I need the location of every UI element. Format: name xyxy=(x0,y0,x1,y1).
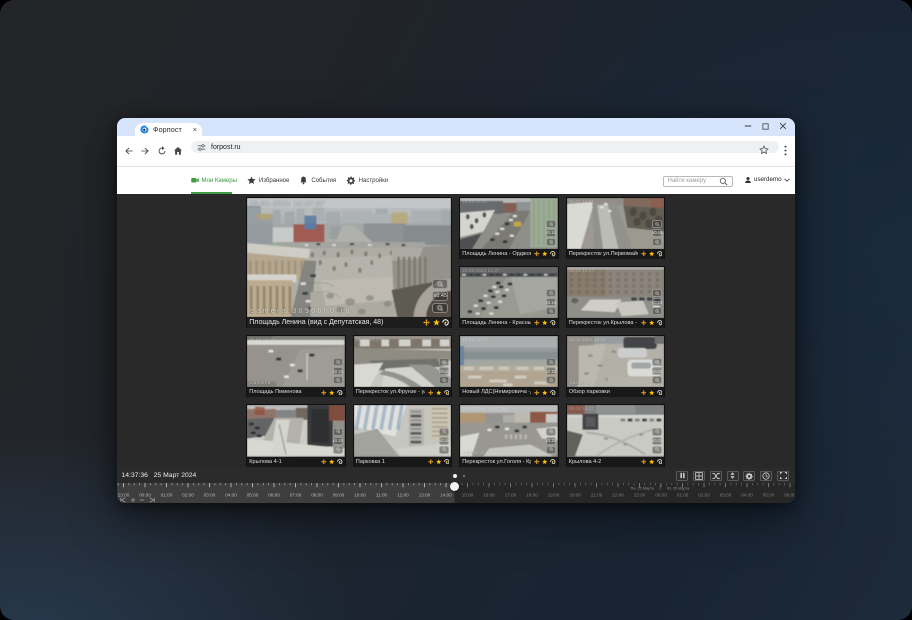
svg-text:14:00: 14:00 xyxy=(440,493,452,498)
svg-text:09:00: 09:00 xyxy=(332,493,344,498)
svg-text:10:00: 10:00 xyxy=(354,493,366,498)
svg-text:20:00: 20:00 xyxy=(569,493,581,498)
svg-text:03:00: 03:00 xyxy=(203,493,215,498)
svg-text:05:00: 05:00 xyxy=(762,493,774,498)
svg-text:Пн, 25 Марта: Пн, 25 Марта xyxy=(630,486,654,490)
svg-text:11:00: 11:00 xyxy=(375,493,387,498)
svg-text:16:00: 16:00 xyxy=(483,493,495,498)
svg-text:23:00: 23:00 xyxy=(633,493,645,498)
svg-text:02:00: 02:00 xyxy=(182,493,194,498)
svg-text:04:00: 04:00 xyxy=(741,493,753,498)
svg-text:15:00: 15:00 xyxy=(461,493,473,498)
svg-text:12:00: 12:00 xyxy=(397,493,409,498)
svg-text:01:00: 01:00 xyxy=(160,493,172,498)
svg-text:03:00: 03:00 xyxy=(719,493,731,498)
svg-text:07:00: 07:00 xyxy=(289,493,301,498)
svg-text:06:00: 06:00 xyxy=(268,493,280,498)
svg-text:17:00: 17:00 xyxy=(504,493,516,498)
svg-text:04:00: 04:00 xyxy=(225,493,237,498)
svg-text:06:00: 06:00 xyxy=(784,493,795,498)
svg-text:08:00: 08:00 xyxy=(311,493,323,498)
svg-text:Вт, 26 Марта: Вт, 26 Марта xyxy=(667,486,690,490)
svg-text:21:00: 21:00 xyxy=(590,493,602,498)
svg-text:02:00: 02:00 xyxy=(698,493,710,498)
svg-text:22:00: 22:00 xyxy=(612,493,624,498)
svg-text:13:00: 13:00 xyxy=(418,493,430,498)
svg-text:00:00: 00:00 xyxy=(655,493,667,498)
svg-text:19:00: 19:00 xyxy=(547,493,559,498)
svg-text:05:00: 05:00 xyxy=(246,493,258,498)
svg-text:01:00: 01:00 xyxy=(676,493,688,498)
svg-text:18:00: 18:00 xyxy=(526,493,538,498)
